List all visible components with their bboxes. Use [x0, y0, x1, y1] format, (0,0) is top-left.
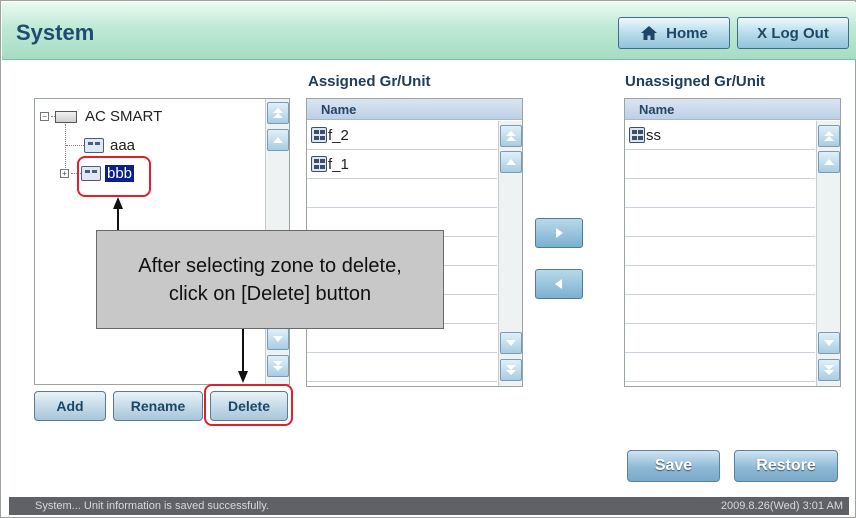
scroll-top-icon[interactable]	[818, 125, 840, 147]
empty-row	[625, 237, 815, 266]
empty-row	[307, 179, 497, 208]
app-window: System Home X Log Out − AC SMART aaa + b…	[0, 0, 856, 518]
group-icon	[311, 156, 327, 172]
callout-line-2: click on [Delete] button	[168, 282, 372, 305]
empty-row	[625, 324, 815, 353]
list-item[interactable]: ss	[625, 121, 815, 150]
home-icon	[640, 25, 658, 41]
zone-icon	[84, 138, 104, 153]
tree-node-aaa[interactable]: aaa	[66, 137, 137, 154]
empty-row	[625, 266, 815, 295]
scroll-up-icon[interactable]	[818, 151, 840, 173]
unassigned-column-header[interactable]: Name	[625, 99, 840, 120]
scroll-up-icon[interactable]	[267, 129, 289, 151]
assigned-scrollbar[interactable]	[498, 121, 522, 386]
group-icon	[629, 127, 645, 143]
scroll-up-icon[interactable]	[500, 151, 522, 173]
status-message: System... Unit information is saved succ…	[35, 500, 269, 512]
scroll-down-icon[interactable]	[500, 332, 522, 354]
list-item[interactable]: f_2	[307, 121, 497, 150]
move-right-button[interactable]	[535, 218, 583, 248]
empty-row	[307, 353, 497, 382]
instruction-callout: After selecting zone to delete, click on…	[96, 230, 444, 329]
status-bar: System... Unit information is saved succ…	[9, 497, 849, 515]
collapse-icon[interactable]: −	[40, 112, 49, 121]
status-datetime: 2009.8.26(Wed) 3:01 AM	[720, 500, 843, 512]
list-item[interactable]: f_1	[307, 150, 497, 179]
scroll-top-icon[interactable]	[500, 125, 522, 147]
home-button-label: Home	[666, 24, 708, 42]
logout-button-label: X Log Out	[757, 24, 829, 42]
empty-row	[625, 295, 815, 324]
empty-row	[625, 208, 815, 237]
tree-root[interactable]: − AC SMART	[40, 108, 164, 125]
arrow-left-icon	[555, 279, 562, 289]
save-button[interactable]: Save	[627, 450, 720, 482]
unassigned-list-title: Unassigned Gr/Unit	[625, 73, 766, 90]
expand-icon[interactable]: +	[60, 169, 69, 178]
list-item-label: f_2	[328, 126, 349, 144]
page-title: System	[16, 20, 95, 45]
restore-button[interactable]: Restore	[734, 450, 838, 482]
scroll-bottom-icon[interactable]	[500, 359, 522, 381]
controller-icon	[55, 110, 77, 123]
scroll-down-icon[interactable]	[818, 332, 840, 354]
scroll-down-icon[interactable]	[267, 328, 289, 350]
unassigned-scrollbar[interactable]	[816, 121, 840, 386]
callout-line-1: After selecting zone to delete,	[138, 254, 402, 277]
arrow-right-icon	[556, 228, 563, 238]
assigned-list-title: Assigned Gr/Unit	[308, 73, 431, 90]
tree-root-label: AC SMART	[85, 108, 163, 125]
empty-row	[625, 179, 815, 208]
list-item-label: ss	[646, 126, 661, 144]
home-button[interactable]: Home	[618, 17, 730, 49]
scroll-top-icon[interactable]	[267, 102, 289, 124]
assigned-column-header[interactable]: Name	[307, 99, 522, 120]
scroll-bottom-icon[interactable]	[818, 359, 840, 381]
tree-node-label: aaa	[110, 137, 136, 154]
rename-button[interactable]: Rename	[113, 391, 203, 421]
header-bar: System Home X Log Out	[2, 2, 856, 60]
scroll-bottom-icon[interactable]	[267, 355, 289, 377]
add-button[interactable]: Add	[34, 391, 106, 421]
unassigned-list[interactable]: Name ss	[624, 98, 841, 387]
list-item-label: f_1	[328, 155, 349, 173]
move-left-button[interactable]	[535, 269, 583, 299]
empty-row	[625, 353, 815, 382]
logout-button[interactable]: X Log Out	[737, 17, 849, 49]
group-icon	[311, 127, 327, 143]
empty-row	[625, 150, 815, 179]
